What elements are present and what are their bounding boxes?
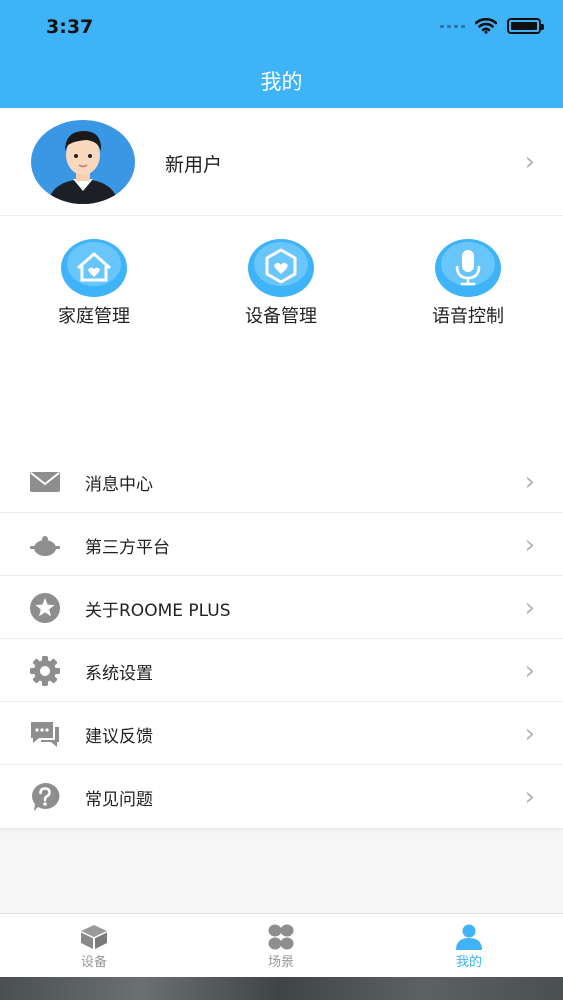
battery-icon (507, 18, 544, 34)
menu-item-label: 常见问题 (85, 790, 153, 810)
tab-me[interactable]: 我的 (429, 924, 509, 970)
feedback-icon (31, 722, 59, 747)
user-icon (456, 924, 482, 950)
settings-menu: 消息中心 › 第三方平台 › 关于ROOME PLUS › 系统设置 › 建议反… (0, 450, 563, 828)
quick-actions: 家庭管理 设备管理 语音控制 (0, 216, 563, 450)
status-icons (440, 18, 544, 34)
menu-item-label: 系统设置 (85, 664, 153, 684)
tab-label: 设备 (80, 955, 107, 970)
tab-bar: 设备 场景 我的 (0, 913, 563, 977)
quick-action-label: 语音控制 (432, 306, 504, 327)
avatar (31, 120, 135, 204)
menu-item-system-settings[interactable]: 系统设置 › (0, 639, 563, 702)
background-strip (0, 977, 563, 1000)
chevron-right-icon: › (524, 530, 535, 560)
chevron-right-icon: › (524, 719, 535, 749)
menu-item-label: 建议反馈 (85, 727, 153, 747)
menu-item-messages[interactable]: 消息中心 › (0, 450, 563, 513)
home-heart-icon (61, 239, 127, 297)
microphone-icon (435, 239, 501, 297)
profile-row[interactable]: 新用户 › (0, 108, 563, 216)
scene-icon (268, 924, 294, 950)
tab-scenes[interactable]: 场景 (241, 924, 321, 970)
gear-icon (30, 656, 60, 686)
menu-item-faq[interactable]: 常见问题 › (0, 765, 563, 828)
mail-icon (30, 472, 60, 492)
status-time: 3:37 (46, 16, 94, 38)
chevron-right-icon: › (524, 593, 535, 623)
status-bar: 3:37 (0, 0, 563, 56)
box-icon (81, 925, 107, 949)
tab-label: 场景 (267, 955, 294, 970)
menu-item-label: 第三方平台 (85, 538, 170, 558)
menu-item-third-party[interactable]: 第三方平台 › (0, 513, 563, 576)
platform-icon (30, 536, 60, 556)
signal-icon (440, 24, 465, 28)
username: 新用户 (165, 154, 223, 176)
chevron-right-icon: › (524, 782, 535, 812)
menu-item-feedback[interactable]: 建议反馈 › (0, 702, 563, 765)
header-bar: 3:37 我的 (0, 0, 563, 108)
chevron-right-icon: › (524, 467, 535, 497)
question-icon (32, 782, 60, 811)
star-icon (30, 593, 60, 623)
menu-item-label: 关于ROOME PLUS (85, 601, 231, 621)
quick-action-label: 家庭管理 (58, 306, 130, 327)
wifi-icon (475, 18, 497, 34)
chevron-right-icon: › (524, 656, 535, 686)
tab-label: 我的 (455, 955, 482, 970)
tab-devices[interactable]: 设备 (54, 924, 134, 970)
device-heart-icon (248, 239, 314, 297)
menu-item-label: 消息中心 (85, 475, 153, 495)
menu-item-about[interactable]: 关于ROOME PLUS › (0, 576, 563, 639)
page-title: 我的 (260, 70, 303, 94)
quick-action-label: 设备管理 (245, 306, 317, 327)
quick-action-devices[interactable]: 设备管理 (216, 238, 346, 328)
chevron-right-icon: › (524, 147, 535, 177)
quick-action-voice[interactable]: 语音控制 (403, 238, 533, 328)
quick-action-home[interactable]: 家庭管理 (29, 238, 159, 328)
